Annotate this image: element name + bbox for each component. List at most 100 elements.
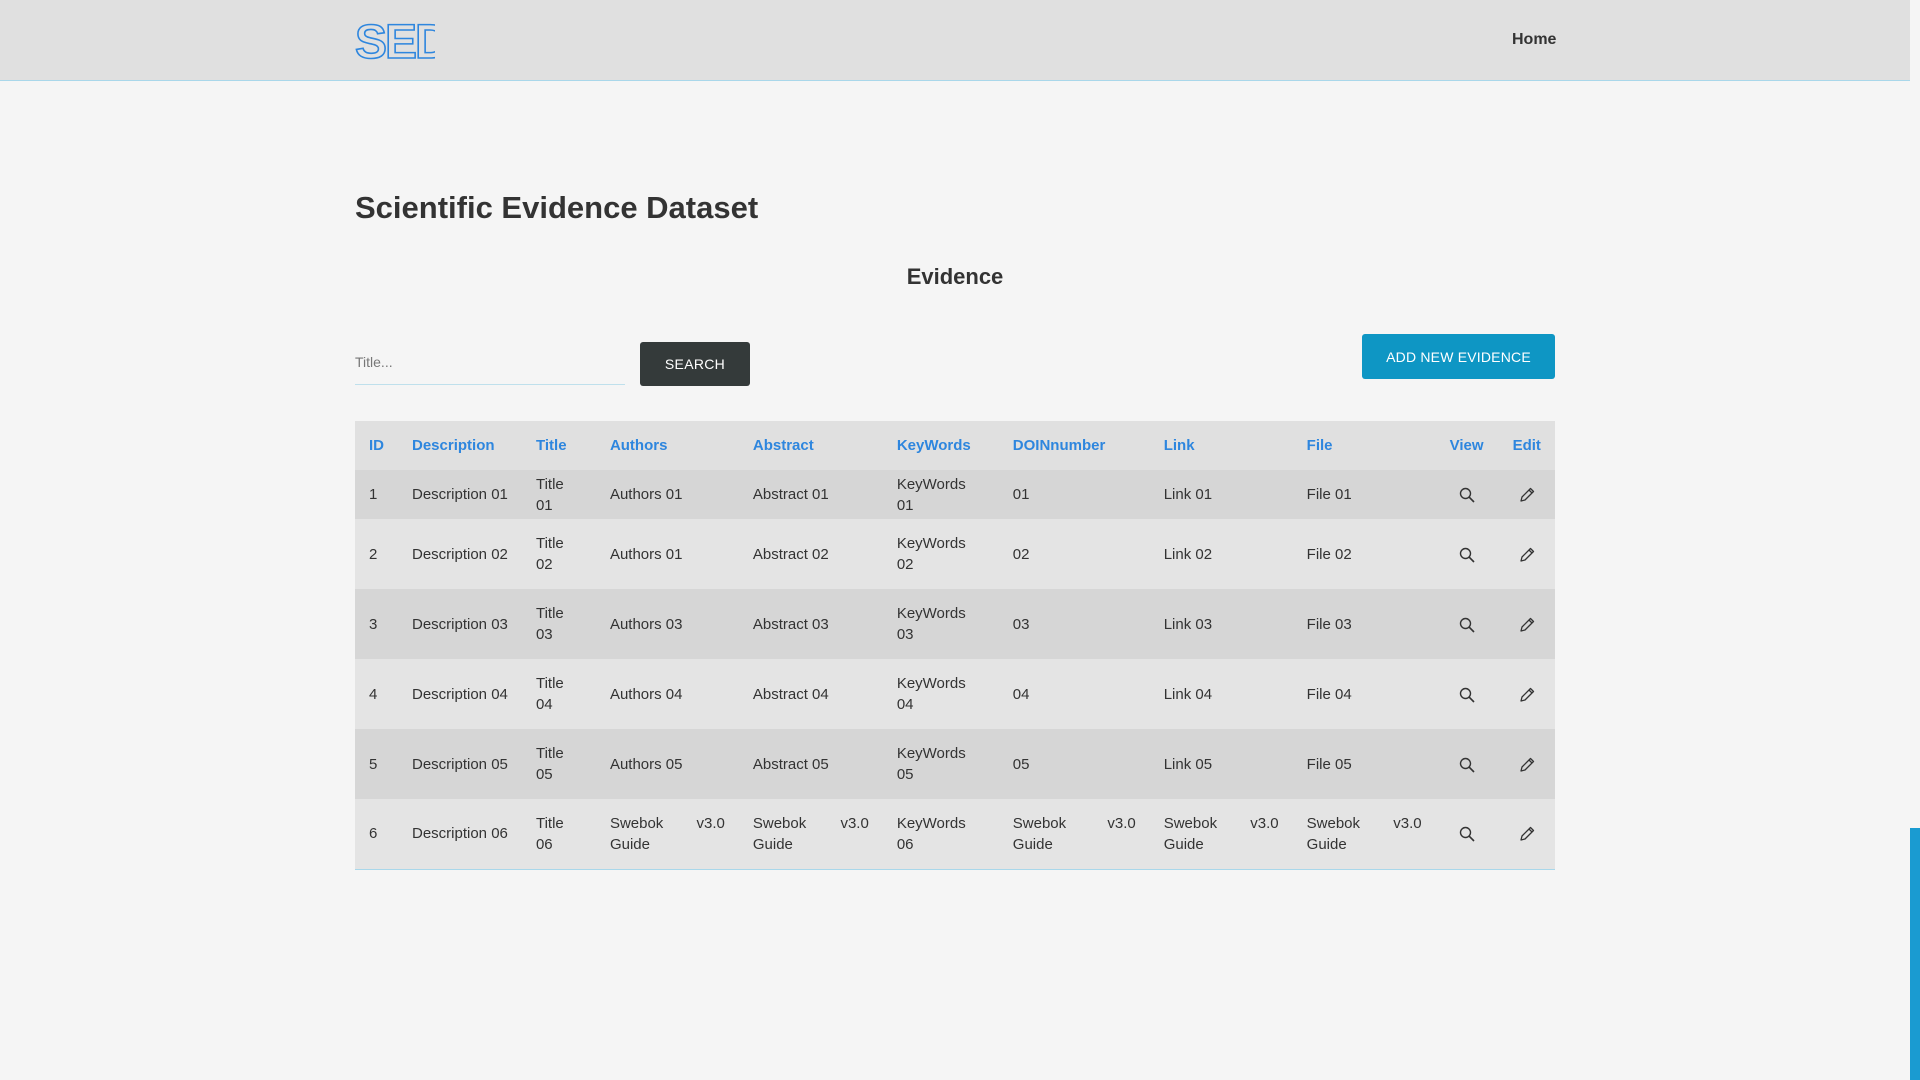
pencil-icon[interactable] [1518, 686, 1536, 704]
column-header-id: ID [369, 437, 384, 454]
cell-doinnumber: 05 [1012, 755, 1030, 773]
table-row: 1 Description 01 Title 01 Authors 01 Abs… [355, 470, 1555, 519]
pencil-icon[interactable] [1518, 825, 1536, 843]
cell-abstract: Abstract 01 [752, 486, 829, 503]
cell-file: File 02 [1306, 545, 1352, 563]
pencil-icon[interactable] [1518, 546, 1536, 564]
search-icon[interactable] [1458, 546, 1476, 564]
scrollbar-thumb[interactable] [1910, 828, 1920, 1080]
cell-view [1436, 799, 1499, 869]
top-navbar: SED Home [0, 0, 1910, 81]
cell-authors: Authors 03 [609, 615, 683, 633]
cell-authors: Authors 01 [609, 545, 683, 563]
cell-keywords: KeyWords 01 [896, 475, 966, 514]
cell-file: File 03 [1306, 615, 1352, 633]
table-row: 2 Description 02 Title 02 Authors 01 Abs… [355, 519, 1555, 589]
column-header-description: Description [412, 437, 495, 454]
add-new-evidence-button[interactable]: ADD NEW EVIDENCE [1362, 334, 1555, 379]
cell-doinnumber: 04 [1012, 685, 1030, 703]
pencil-icon[interactable] [1518, 616, 1536, 634]
table-row: 5 Description 05 Title 05 Authors 05 Abs… [355, 729, 1555, 799]
cell-file: File 05 [1306, 755, 1352, 773]
cell-edit [1499, 659, 1555, 729]
pencil-icon[interactable] [1518, 756, 1536, 774]
cell-authors-version: v3.0 [696, 814, 725, 832]
cell-edit [1499, 799, 1555, 869]
cell-link: Swebok Guide v3.0 [1150, 799, 1293, 869]
cell-title: Title 01 [535, 475, 564, 514]
cell-abstract: Abstract 03 [752, 615, 829, 633]
table-row: 4 Description 04 Title 04 Authors 04 Abs… [355, 659, 1555, 729]
title-search-input[interactable] [355, 340, 625, 385]
cell-title: Title 06 [535, 814, 564, 853]
cell-description: Description 02 [412, 545, 508, 563]
column-header-keywords: KeyWords [896, 437, 971, 454]
section-title: Evidence [906, 264, 1004, 289]
logo-text: SED [355, 16, 435, 64]
search-icon[interactable] [1458, 825, 1476, 843]
cell-file: Swebok Guide v3.0 [1293, 799, 1436, 869]
cell-file-text: Swebok Guide [1306, 814, 1361, 853]
nav-home-link[interactable]: Home [1512, 31, 1556, 49]
cell-doinnumber-version: v3.0 [1107, 814, 1136, 832]
cell-abstract: Abstract 05 [752, 755, 829, 773]
search-button[interactable]: SEARCH [640, 342, 750, 386]
cell-keywords: KeyWords 02 [896, 535, 966, 573]
cell-view [1436, 470, 1499, 519]
cell-keywords: KeyWords 05 [896, 745, 966, 783]
cell-link: Link 05 [1163, 755, 1213, 773]
cell-title: Title 02 [535, 535, 564, 573]
cell-keywords: KeyWords 04 [896, 675, 966, 713]
cell-description: Description 04 [412, 685, 508, 703]
cell-doinnumber: 03 [1012, 615, 1030, 633]
search-icon[interactable] [1458, 686, 1476, 704]
cell-file: File 04 [1306, 685, 1352, 703]
cell-description: Description 01 [412, 486, 508, 503]
pencil-icon[interactable] [1518, 486, 1536, 504]
cell-link: Link 02 [1163, 545, 1213, 563]
column-header-authors: Authors [609, 437, 668, 454]
cell-id: 6 [369, 825, 378, 843]
cell-id: 2 [369, 545, 378, 563]
column-header-view: View [1449, 437, 1484, 454]
cell-file-version: v3.0 [1393, 814, 1422, 832]
cell-description: Description 03 [412, 615, 508, 633]
search-icon[interactable] [1458, 486, 1476, 504]
cell-link: Link 03 [1163, 615, 1213, 633]
search-icon[interactable] [1458, 616, 1476, 634]
cell-abstract: Abstract 02 [752, 545, 829, 563]
cell-link-text: Swebok Guide [1163, 814, 1218, 853]
cell-link-version: v3.0 [1250, 814, 1279, 832]
cell-description: Description 05 [412, 755, 508, 773]
cell-authors: Swebok Guide v3.0 [596, 799, 739, 869]
cell-doinnumber: 01 [1012, 486, 1030, 503]
page-title: Scientific Evidence Dataset [355, 190, 759, 225]
cell-edit [1499, 729, 1555, 799]
cell-title: Title 05 [535, 745, 564, 783]
cell-keywords: KeyWords 03 [896, 605, 966, 643]
sed-logo[interactable]: SED [355, 16, 435, 64]
cell-view [1436, 729, 1499, 799]
column-header-title: Title [535, 437, 567, 454]
evidence-table: ID Description Title Authors Abstract Ke… [355, 421, 1555, 870]
table-header-row: ID Description Title Authors Abstract Ke… [355, 421, 1555, 470]
cell-keywords: KeyWords 06 [896, 814, 966, 853]
column-header-abstract: Abstract [752, 437, 814, 454]
cell-abstract-text: Swebok Guide [752, 814, 807, 853]
cell-link: Link 01 [1163, 486, 1213, 503]
cell-edit [1499, 589, 1555, 659]
cell-link: Link 04 [1163, 685, 1213, 703]
cell-abstract: Swebok Guide v3.0 [739, 799, 883, 869]
column-header-file: File [1306, 437, 1333, 454]
search-icon[interactable] [1458, 756, 1476, 774]
cell-description: Description 06 [412, 825, 508, 843]
column-header-link: Link [1163, 437, 1195, 454]
cell-id: 5 [369, 755, 378, 773]
cell-title: Title 03 [535, 605, 564, 643]
cell-id: 4 [369, 685, 378, 703]
column-header-edit: Edit [1512, 437, 1541, 454]
cell-edit [1499, 470, 1555, 519]
cell-view [1436, 589, 1499, 659]
cell-doinnumber: Swebok Guide v3.0 [999, 799, 1150, 869]
cell-file: File 01 [1306, 486, 1352, 503]
